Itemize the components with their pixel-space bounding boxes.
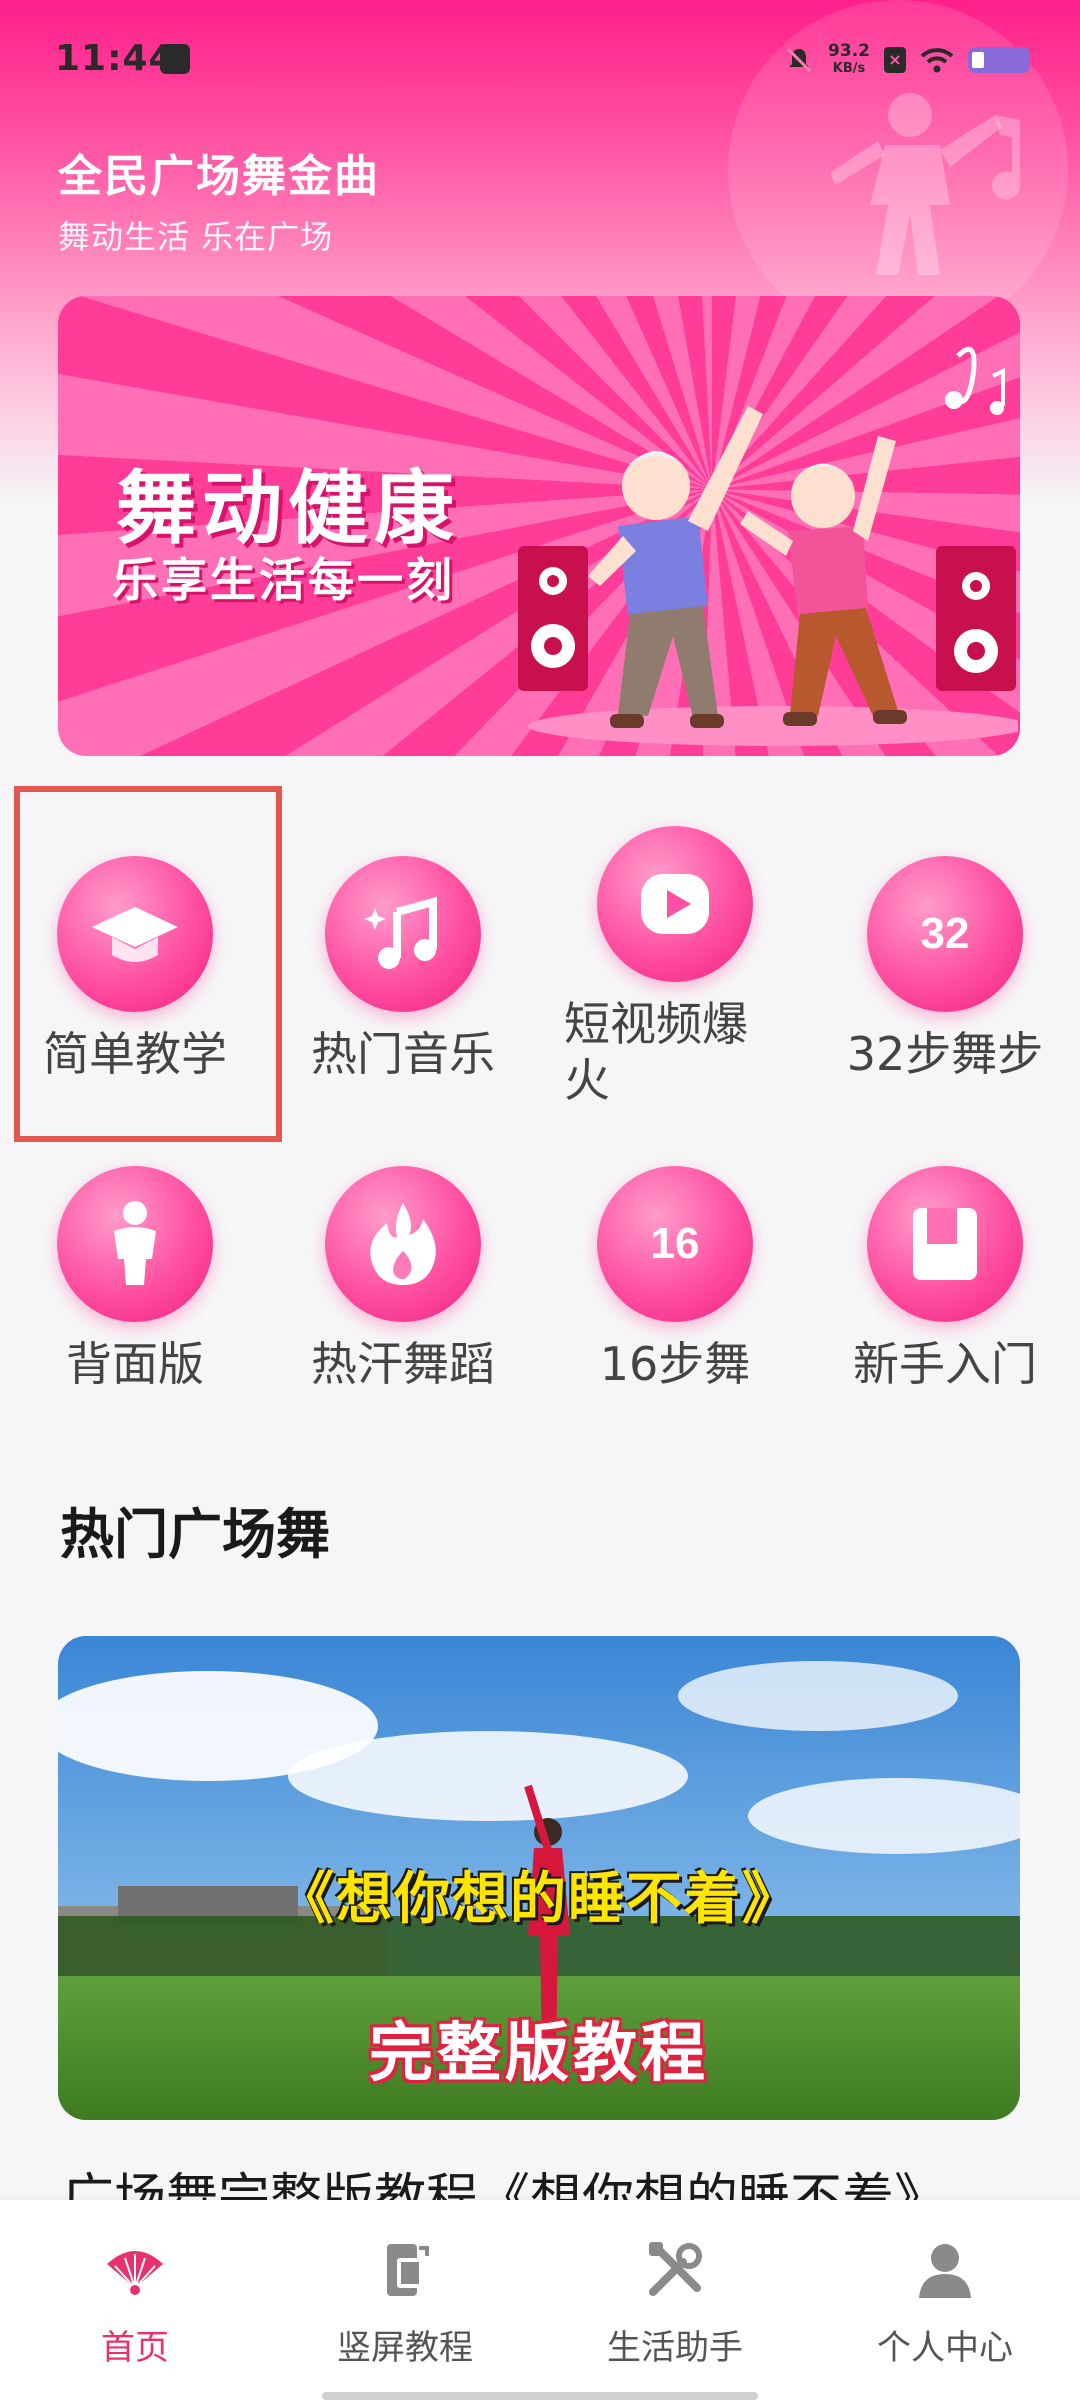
section-title: 热门广场舞 — [60, 1503, 330, 1566]
promo-banner[interactable]: 舞动健康 乐享生活每一刻 — [58, 296, 1020, 756]
category-circle: 32 — [867, 856, 1023, 1012]
category-circle: 16 — [597, 1166, 753, 1322]
nav-vertical-tutorial[interactable]: 竖屏教程 — [270, 2238, 540, 2369]
network-speed-unit: KB/s — [832, 61, 866, 76]
category-label: 简单教学 — [43, 1027, 227, 1081]
banner-subline: 乐享生活每一刻 — [112, 553, 455, 607]
nav-label: 生活助手 — [607, 2328, 743, 2368]
fan-icon — [107, 2251, 163, 2295]
bottom-navigation: 首页 竖屏教程 生活助手 个人中心 — [0, 2200, 1080, 2408]
nav-home[interactable]: 首页 — [0, 2238, 270, 2369]
category-beginner[interactable]: 新手入门 — [810, 1166, 1080, 1392]
category-32-steps[interactable]: 32 32步舞步 — [810, 856, 1080, 1082]
category-16-steps[interactable]: 16 16步舞 — [540, 1166, 810, 1392]
nav-profile[interactable]: 个人中心 — [810, 2238, 1080, 2369]
dancing-seniors-illustration — [518, 346, 1018, 746]
category-circle — [325, 856, 481, 1012]
category-label: 16步舞 — [599, 1337, 751, 1391]
network-speed: 93.2 KB/s — [828, 43, 870, 77]
category-hot-music[interactable]: 热门音乐 — [268, 856, 538, 1082]
category-circle — [867, 1166, 1023, 1322]
vertical-screen-icon — [387, 2244, 429, 2296]
category-circle — [57, 856, 213, 1012]
status-bar: 11:44 93.2 KB/s × — [0, 0, 1080, 120]
category-circle — [325, 1166, 481, 1322]
number-32-icon: 32 — [920, 909, 970, 958]
flame-icon — [370, 1203, 436, 1285]
mute-bell-icon — [786, 47, 812, 73]
category-viral-short-video[interactable]: 短视频爆火 — [540, 826, 810, 1108]
category-back-view[interactable]: 背面版 — [0, 1166, 270, 1392]
network-speed-value: 93.2 — [828, 41, 870, 61]
person-back-icon — [114, 1201, 156, 1285]
banner-headline: 舞动健康 — [116, 462, 460, 555]
featured-video-card[interactable]: 《想你想的睡不着》 完整版教程 — [58, 1636, 1020, 2120]
nav-label: 个人中心 — [877, 2328, 1013, 2368]
graduation-cap-icon — [92, 907, 178, 962]
no-sim-icon: × — [884, 47, 906, 73]
category-label: 新手入门 — [853, 1337, 1037, 1391]
category-simple-teaching[interactable]: 简单教学 — [0, 856, 270, 1082]
category-label: 短视频爆火 — [564, 997, 748, 1107]
user-icon — [919, 2244, 971, 2298]
music-note-icon — [364, 896, 437, 969]
category-label: 背面版 — [66, 1337, 204, 1391]
category-label: 热门音乐 — [311, 1027, 495, 1081]
category-label: 32步舞步 — [846, 1027, 1044, 1081]
page-title: 全民广场舞金曲 — [58, 151, 380, 202]
category-sweat-dance[interactable]: 热汗舞蹈 — [268, 1166, 538, 1392]
nav-label: 首页 — [101, 2328, 169, 2368]
battery-icon — [968, 47, 1030, 73]
category-label: 热汗舞蹈 — [311, 1337, 495, 1391]
video-overlay-title: 《想你想的睡不着》 — [278, 1867, 800, 1932]
category-circle — [57, 1166, 213, 1322]
home-indicator[interactable] — [322, 2392, 758, 2400]
video-overlay-subtitle: 完整版教程 — [369, 2017, 709, 2091]
number-16-icon: 16 — [650, 1219, 700, 1268]
book-icon — [913, 1208, 977, 1280]
status-time: 11:44 — [55, 38, 175, 79]
tools-icon — [649, 2242, 702, 2296]
notification-icon — [160, 44, 190, 74]
wifi-icon — [920, 48, 954, 73]
nav-label: 竖屏教程 — [337, 2328, 473, 2368]
page-subtitle: 舞动生活 乐在广场 — [58, 218, 334, 256]
play-icon — [641, 874, 709, 934]
category-circle — [597, 826, 753, 982]
nav-life-assistant[interactable]: 生活助手 — [540, 2238, 810, 2369]
